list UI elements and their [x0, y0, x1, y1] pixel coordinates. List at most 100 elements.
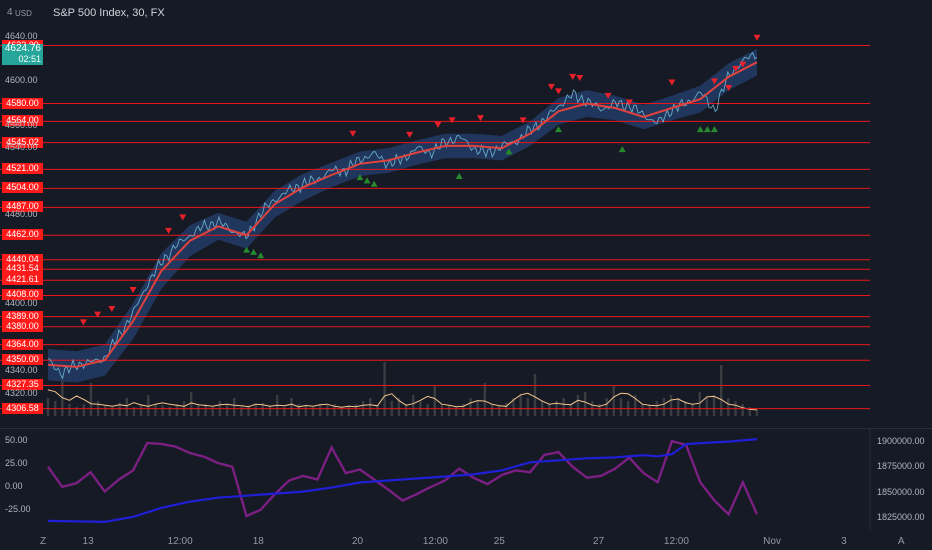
volume-bar: [548, 404, 551, 416]
y-axis-label: 4540.00: [5, 142, 38, 153]
x-axis-label: 27: [593, 536, 605, 547]
volume-bar: [619, 398, 623, 416]
y-axis-label: 4600.00: [5, 75, 38, 86]
oscillator-axis-label: 50.00: [5, 435, 28, 446]
sell-signal-marker: [434, 121, 442, 128]
buy-signal-marker: [710, 126, 718, 133]
volume-bar: [440, 404, 444, 416]
y-axis-label: 4480.00: [5, 209, 38, 220]
volume-bar: [490, 404, 494, 416]
volume-bar: [318, 404, 322, 416]
sell-signal-marker: [448, 117, 456, 124]
volume-bar: [576, 395, 580, 416]
volume-bar: [254, 404, 257, 416]
main-price-pane: [0, 34, 932, 429]
buy-signal-marker: [257, 252, 265, 259]
cumulative-axis-label: 1875000.00: [877, 461, 925, 472]
volume-bar: [497, 405, 501, 416]
cumulative-line: [47, 438, 758, 524]
volume-bar: [404, 404, 408, 416]
y-axis-label: 4400.00: [5, 298, 38, 309]
x-axis-label: 3: [841, 536, 847, 547]
chart-title[interactable]: S&P 500 Index, 30, FX: [53, 7, 165, 19]
level-price-tag: 4364.00: [2, 338, 43, 350]
buy-signal-marker: [696, 126, 704, 133]
sell-signal-marker: [519, 117, 527, 124]
volume-bar: [197, 405, 200, 416]
volume-bar: [519, 395, 522, 416]
volume-bar: [354, 404, 358, 416]
x-axis-label: 25: [493, 536, 505, 547]
currency-label: USD: [15, 9, 32, 18]
y-axis-label: 4340.00: [5, 365, 38, 376]
volume-bar: [677, 398, 680, 416]
sell-signal-marker: [576, 74, 584, 81]
buy-signal-marker: [370, 180, 378, 187]
sell-signal-marker: [165, 227, 173, 234]
volume-bar: [641, 404, 644, 416]
buy-signal-marker: [618, 146, 626, 153]
cumulative-axis-label: 1900000.00: [877, 436, 925, 447]
volume-bar: [82, 404, 86, 416]
x-axis-label: 12:00: [663, 536, 689, 547]
level-price-tag: 4380.00: [2, 320, 43, 332]
sell-signal-marker: [129, 287, 137, 294]
x-axis-label: 12:00: [422, 536, 448, 547]
level-price-tag: 4431.54: [2, 263, 43, 275]
volume-bar: [705, 398, 709, 416]
oscillator-axis-label: -25.00: [5, 503, 31, 514]
volume-bar: [562, 398, 565, 416]
x-axis-label[interactable]: A: [898, 536, 905, 547]
volume-bar: [190, 392, 193, 416]
sell-signal-marker: [668, 79, 676, 86]
sell-signal-marker: [569, 73, 577, 80]
level-price-tag: 4580.00: [2, 97, 43, 109]
level-price-tag: 4306.58: [2, 402, 43, 414]
level-price-tag: 4350.00: [2, 354, 43, 366]
x-axis-label: 18: [252, 536, 264, 547]
volume-bar: [89, 383, 93, 416]
volume-bar: [125, 398, 128, 416]
buy-signal-marker: [554, 126, 562, 133]
volume-bar: [691, 404, 694, 416]
oscillator-pane: [47, 428, 871, 530]
buy-signal-marker: [250, 248, 258, 255]
level-price-tag: 4521.00: [2, 163, 43, 175]
volume-bar: [383, 362, 386, 416]
current-price-tag: 4624.76 02:51: [2, 44, 43, 65]
volume-bar: [583, 392, 587, 416]
volume-bar: [712, 395, 716, 416]
volume-bar: [483, 383, 487, 416]
x-axis-label: 20: [351, 536, 364, 547]
cumulative-axis-label: 1825000.00: [877, 511, 925, 522]
volume-bar: [569, 404, 572, 416]
buy-signal-marker: [703, 126, 711, 133]
volume-bar: [326, 405, 329, 416]
volume-bar: [154, 404, 157, 416]
volume-bar: [648, 405, 651, 416]
oscillator-axis-label: 0.00: [5, 480, 23, 491]
volume-bar: [605, 398, 608, 416]
volume-bar: [233, 398, 236, 416]
buy-signal-marker: [455, 172, 463, 179]
volume-bar: [698, 392, 701, 416]
volume-bar: [526, 398, 530, 416]
x-axis-label: 12:00: [167, 536, 193, 547]
volume-bar: [727, 398, 730, 416]
buy-signal-marker: [363, 177, 371, 184]
volume-bar: [104, 405, 107, 416]
volume-bar: [741, 404, 744, 416]
volume-bar: [161, 405, 164, 416]
price-line: [47, 52, 758, 380]
current-price-value: 4624.76: [4, 43, 41, 54]
chart-canvas[interactable]: [0, 0, 932, 550]
volume-bar: [268, 405, 272, 416]
y-axis-label: 4640.00: [5, 30, 38, 41]
volume-bar: [369, 398, 372, 416]
x-axis-label: 13: [82, 536, 94, 547]
volume-bar: [304, 405, 308, 416]
volatility-band: [48, 48, 757, 383]
sell-signal-marker: [79, 319, 87, 326]
volume-bar: [426, 404, 429, 416]
x-axis-label[interactable]: Z: [40, 536, 46, 547]
